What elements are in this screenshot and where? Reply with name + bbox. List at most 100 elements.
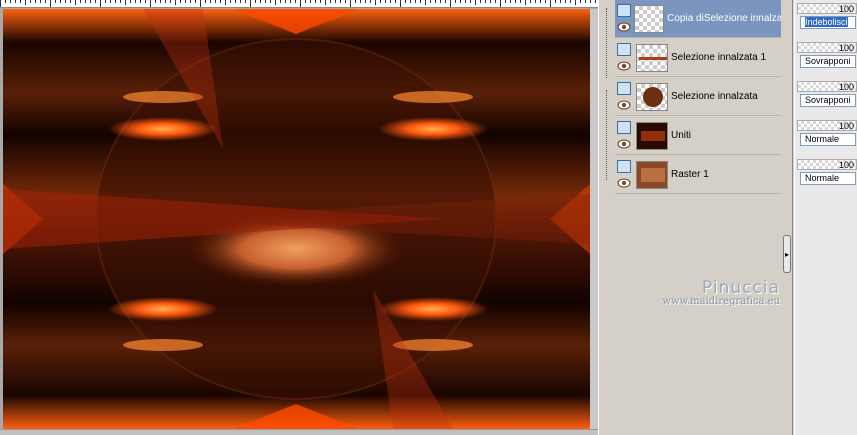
ruler-tick <box>380 0 381 3</box>
group-bracket <box>606 8 607 78</box>
image-canvas[interactable] <box>3 9 590 429</box>
layer-name: Copia diSelezione innalzata <box>667 13 781 24</box>
watermark-url: www.maidiregrafica.eu <box>662 296 780 307</box>
ruler-tick <box>265 0 266 3</box>
layer-row-uniti[interactable]: Uniti <box>615 117 781 155</box>
ruler-tick <box>240 0 241 3</box>
ruler-tick <box>245 0 246 3</box>
ruler-tick <box>275 0 276 5</box>
layer-row-copia[interactable]: Copia diSelezione innalzata <box>615 0 781 38</box>
ruler-tick <box>445 0 446 3</box>
ruler-tick <box>90 0 91 3</box>
layer-props-1: 100 Sovrapponi <box>797 39 857 75</box>
ruler-tick <box>515 0 516 3</box>
ruler-tick <box>545 0 546 3</box>
eye-icon[interactable] <box>617 100 631 110</box>
ruler-tick <box>85 0 86 3</box>
ruler-tick <box>470 0 471 3</box>
ruler-tick <box>185 0 186 3</box>
ruler-tick <box>210 0 211 3</box>
ruler-tick <box>45 0 46 3</box>
eye-icon[interactable] <box>617 22 631 32</box>
ruler-tick <box>495 0 496 3</box>
raster-layer-icon[interactable] <box>617 120 631 134</box>
layer-name: Raster 1 <box>671 169 709 180</box>
blend-mode-select[interactable]: Sovrapponi <box>800 55 856 68</box>
ruler-tick <box>580 0 581 3</box>
ruler-tick <box>280 0 281 3</box>
ruler-tick <box>350 0 351 7</box>
layer-thumbnail <box>636 43 668 72</box>
eye-icon[interactable] <box>617 61 631 71</box>
layer-row-raster-1[interactable]: Raster 1 <box>615 156 781 194</box>
horizontal-ruler <box>0 0 598 8</box>
ruler-tick <box>310 0 311 3</box>
ruler-tick <box>260 0 261 3</box>
ruler-tick <box>155 0 156 3</box>
ruler-tick <box>590 0 591 3</box>
opacity-slider[interactable]: 100 <box>797 3 857 14</box>
ruler-tick <box>205 0 206 3</box>
ruler-tick <box>525 0 526 5</box>
ruler-tick <box>450 0 451 7</box>
eye-icon[interactable] <box>617 178 631 188</box>
ruler-tick <box>150 0 151 7</box>
group-bracket <box>606 90 607 180</box>
ruler-tick <box>465 0 466 3</box>
vertical-scrollbar[interactable] <box>590 9 598 429</box>
ruler-tick <box>225 0 226 5</box>
watermark-name: Pinuccia <box>702 278 780 298</box>
ruler-tick <box>535 0 536 3</box>
ruler-tick <box>65 0 66 3</box>
raster-layer-icon[interactable] <box>617 81 631 95</box>
ruler-tick <box>160 0 161 3</box>
raster-layer-icon[interactable] <box>617 159 631 173</box>
canvas-area <box>0 0 598 435</box>
blend-mode-select[interactable]: Sovrapponi <box>800 94 856 107</box>
ruler-tick <box>585 0 586 3</box>
layer-row-selezione[interactable]: Selezione innalzata <box>615 78 781 116</box>
ruler-tick <box>570 0 571 3</box>
ruler-tick <box>195 0 196 3</box>
raster-layer-icon[interactable] <box>617 42 631 56</box>
ruler-tick <box>130 0 131 3</box>
ruler-tick <box>20 0 21 3</box>
ruler-tick <box>80 0 81 3</box>
ruler-tick <box>475 0 476 5</box>
ruler-tick <box>100 0 101 7</box>
ruler-tick <box>215 0 216 3</box>
ruler-tick <box>270 0 271 3</box>
ruler-tick <box>60 0 61 3</box>
opacity-slider[interactable]: 100 <box>797 159 857 170</box>
layer-thumbnail <box>636 160 668 189</box>
ruler-tick <box>555 0 556 3</box>
ruler-tick <box>325 0 326 5</box>
opacity-slider[interactable]: 100 <box>797 81 857 92</box>
ruler-tick <box>135 0 136 3</box>
ruler-tick <box>345 0 346 3</box>
ruler-tick <box>125 0 126 5</box>
ruler-tick <box>25 0 26 5</box>
opacity-slider[interactable]: 100 <box>797 42 857 53</box>
ruler-tick <box>520 0 521 3</box>
raster-layer-icon[interactable] <box>617 3 631 17</box>
horizontal-scrollbar[interactable] <box>0 429 598 435</box>
ruler-tick <box>330 0 331 3</box>
blend-mode-select[interactable]: Normale <box>800 133 856 146</box>
blend-mode-select[interactable]: Normale <box>800 172 856 185</box>
ruler-tick <box>30 0 31 3</box>
ruler-tick <box>435 0 436 3</box>
ruler-tick <box>295 0 296 3</box>
layer-row-selezione-1[interactable]: Selezione innalzata 1 <box>615 39 781 77</box>
ruler-tick <box>0 0 1 7</box>
layer-name: Selezione innalzata <box>671 91 758 102</box>
ruler-tick <box>175 0 176 5</box>
layers-palette: Copia diSelezione innalzata Selezione in… <box>598 0 793 435</box>
ruler-tick <box>530 0 531 3</box>
opacity-slider[interactable]: 100 <box>797 120 857 131</box>
panel-splitter[interactable]: ▸ <box>783 235 791 273</box>
layer-thumbnail <box>634 4 665 33</box>
ruler-tick <box>370 0 371 3</box>
eye-icon[interactable] <box>617 139 631 149</box>
blend-mode-select[interactable]: Indebolisci <box>800 16 856 29</box>
